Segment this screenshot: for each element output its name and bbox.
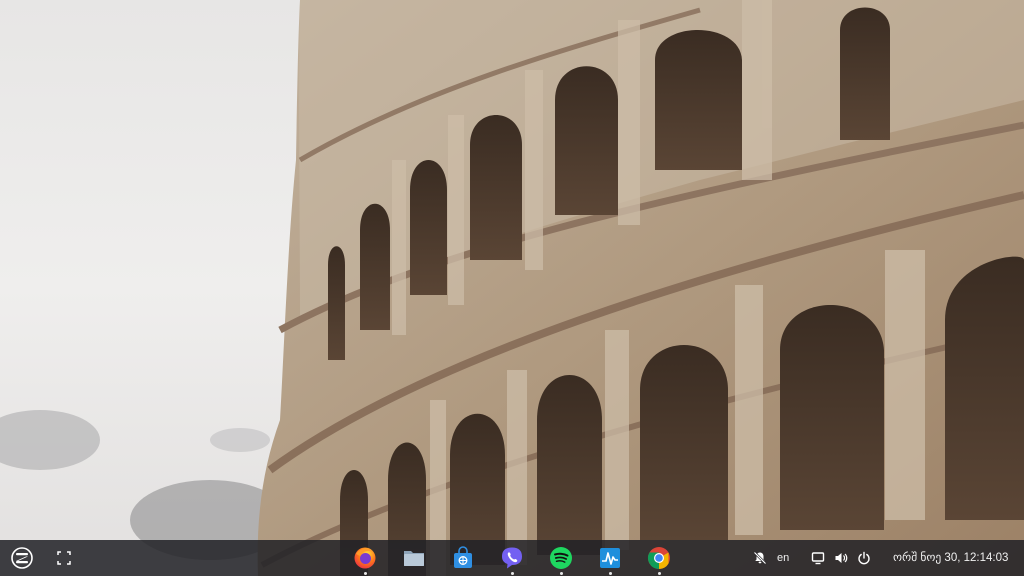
taskbar: en ორშ ნოე 30, 12:14:03 (0, 540, 1024, 576)
clock[interactable]: ორშ ნოე 30, 12:14:03 (893, 540, 1008, 576)
dock-app-firefox[interactable] (353, 546, 377, 575)
window-overview-icon (57, 551, 71, 565)
running-indicator (363, 572, 367, 575)
display-icon (811, 551, 825, 565)
dock-app-software[interactable] (451, 546, 475, 570)
power-icon (857, 551, 871, 565)
notifications-muted-icon (753, 551, 767, 565)
chrome-icon (647, 546, 671, 570)
dock-app-spotify[interactable] (549, 546, 573, 575)
zorin-menu-button[interactable] (10, 546, 34, 570)
volume-button[interactable] (829, 546, 853, 570)
desktop-wallpaper (0, 0, 1024, 576)
dock-app-viber[interactable] (500, 546, 524, 575)
dock-app-system-monitor[interactable] (598, 546, 622, 575)
spotify-icon (549, 546, 573, 570)
zorin-logo-icon (11, 547, 33, 569)
notifications-button[interactable] (748, 546, 772, 570)
keyboard-layout-indicator[interactable]: en (777, 540, 789, 576)
overview-button[interactable] (52, 546, 76, 570)
folder-icon (402, 546, 426, 570)
dock-app-chrome[interactable] (647, 546, 671, 575)
running-indicator (510, 572, 514, 575)
viber-icon (500, 546, 524, 570)
running-indicator (657, 572, 661, 575)
dock-app-files[interactable] (402, 546, 426, 570)
running-indicator (559, 572, 563, 575)
display-button[interactable] (806, 546, 830, 570)
running-indicator (608, 572, 612, 575)
power-button[interactable] (852, 546, 876, 570)
volume-icon (834, 551, 848, 565)
firefox-icon (353, 546, 377, 570)
system-monitor-icon (598, 546, 622, 570)
software-store-icon (451, 546, 475, 570)
